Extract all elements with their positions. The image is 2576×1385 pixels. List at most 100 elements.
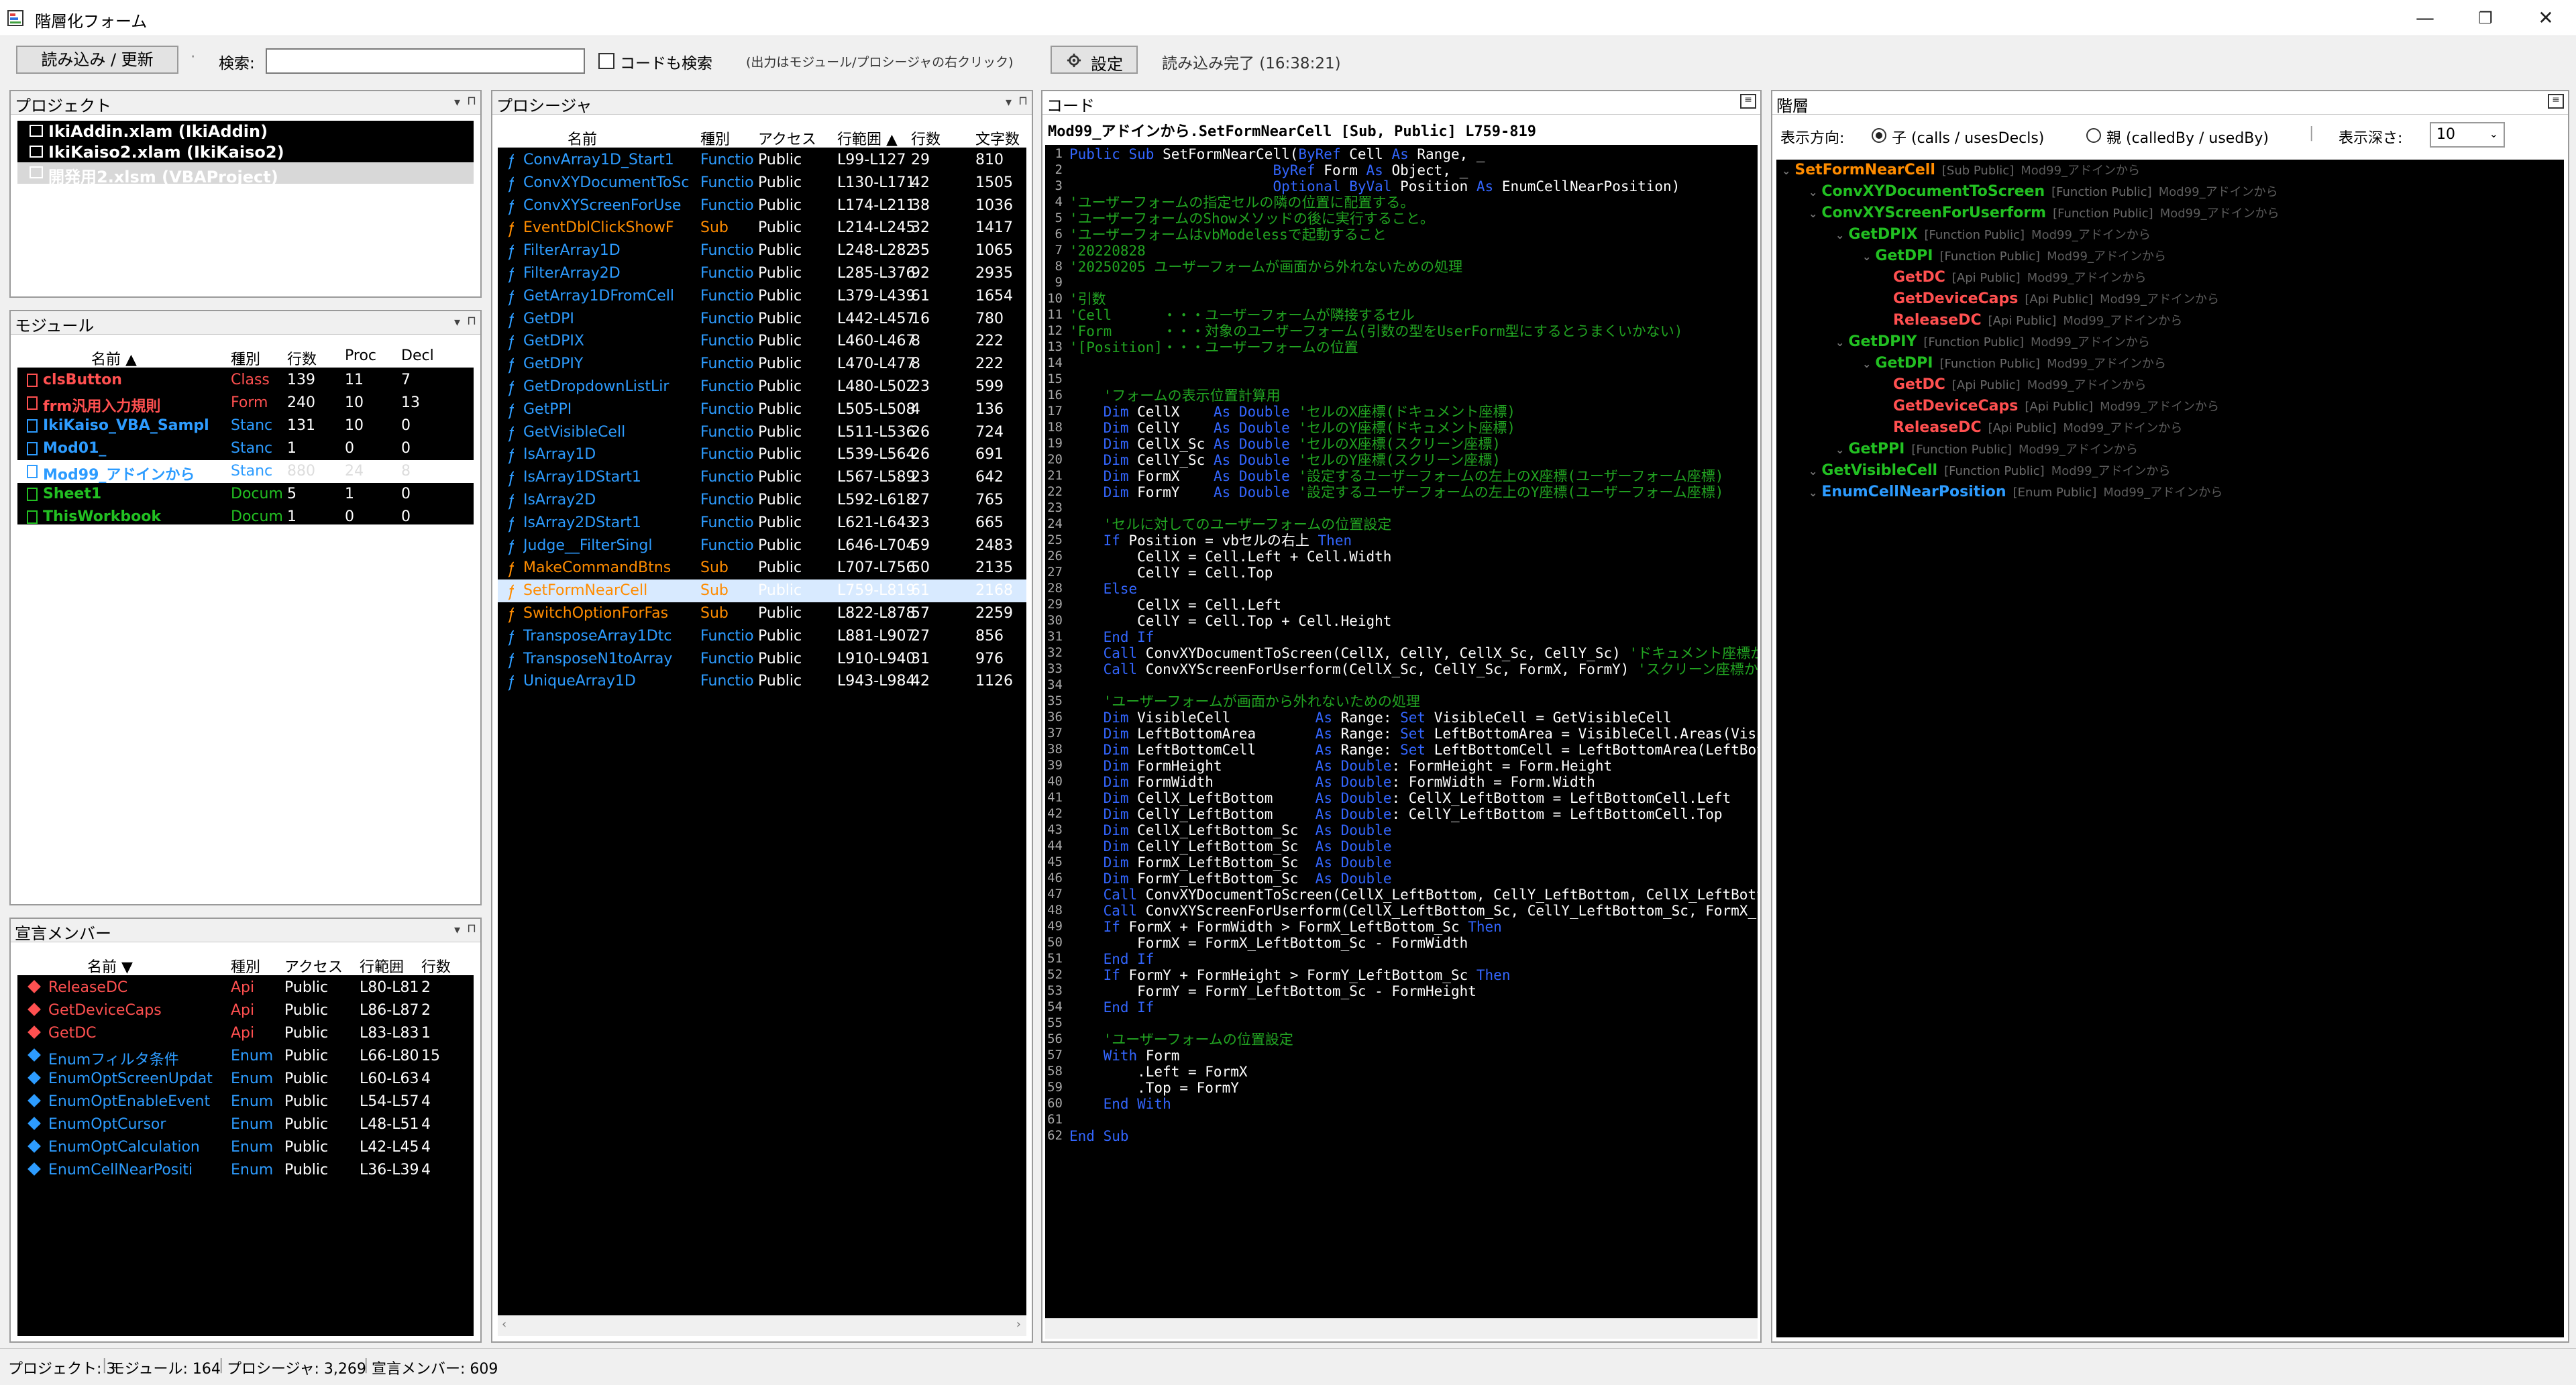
procedure-row[interactable]: ƒ MakeCommandBtns Sub Public L707-L756 50 2135 bbox=[498, 557, 1026, 579]
expand-icon[interactable]: ⌄ bbox=[1862, 250, 1871, 263]
chevron-down-icon[interactable]: ▾ bbox=[454, 315, 460, 329]
column-header-proc[interactable]: Proc bbox=[345, 347, 376, 364]
expand-icon[interactable]: ⌄ bbox=[1809, 186, 1817, 199]
procedure-row[interactable]: ƒ GetArray1DFromCell FunctionPublic L379-L4… bbox=[498, 285, 1026, 308]
column-header-range[interactable]: 行範囲 ▲ bbox=[837, 127, 898, 149]
menu-icon[interactable]: ≡ bbox=[1740, 94, 1756, 109]
hierarchy-node[interactable]: ReleaseDC [Api Public] Mod99_アドインから bbox=[1889, 311, 2182, 329]
expand-icon[interactable]: ⌄ bbox=[1809, 207, 1817, 220]
procedure-row[interactable]: ƒ SwitchOptionForFas Sub Public L822-L878 57 2… bbox=[498, 602, 1026, 625]
project-item[interactable]: IkiKaiso2.xlam (IkiKaiso2) bbox=[17, 142, 474, 163]
hierarchy-node[interactable]: GetDC [Api Public] Mod99_アドインから bbox=[1889, 376, 2147, 393]
expand-icon[interactable]: ⌄ bbox=[1835, 336, 1844, 349]
module-row[interactable]: Sheet1 Docum 5 1 0 bbox=[17, 483, 474, 506]
restore-button[interactable]: ❐ bbox=[2455, 0, 2516, 36]
pin-icon[interactable]: ⊓ bbox=[1018, 94, 1028, 108]
procedure-row[interactable]: ƒ GetDPIX FunctionPublic L460-L4678 222 bbox=[498, 330, 1026, 353]
pin-icon[interactable]: ⊓ bbox=[467, 922, 476, 936]
procedure-row[interactable]: ƒ GetDPIY FunctionPublic L470-L4778 222 bbox=[498, 353, 1026, 376]
depth-select[interactable]: 10 ⌄ bbox=[2430, 122, 2505, 148]
column-header-name[interactable]: 名前 ▲ bbox=[91, 347, 137, 369]
settings-button[interactable]: 設定 bbox=[1051, 46, 1138, 74]
procedure-row[interactable]: ƒ Judge__FilterSingl FunctionPublic L646-L7… bbox=[498, 535, 1026, 557]
procedure-row-selected[interactable]: ƒ SetFormNearCell Sub Public L759-L819 61 2168 bbox=[498, 579, 1026, 603]
member-row[interactable]: EnumOptCursor Enum Public L48-L51 4 bbox=[17, 1113, 474, 1136]
procedure-row[interactable]: ƒ ConvXYScreenForUse FunctionPublic L174-L2… bbox=[498, 195, 1026, 217]
member-row[interactable]: EnumOptCalculation Enum Public L42-L45 4 bbox=[17, 1136, 474, 1159]
procedure-row[interactable]: ƒ GetDropdownListLir FunctionPublic L480-L5… bbox=[498, 376, 1026, 398]
module-list[interactable]: 名前 ▲ 種別 行数 Proc Decl clsButton Class 139 11… bbox=[17, 343, 474, 524]
search-input[interactable] bbox=[266, 48, 585, 74]
procedure-row[interactable]: ƒ UniqueArray1D FunctionPublic L943-L98442 1… bbox=[498, 670, 1026, 693]
member-row[interactable]: EnumCellNearPositi Enum Public L36-L39 4 bbox=[17, 1159, 474, 1182]
scroll-left-icon[interactable]: ‹ bbox=[502, 1317, 506, 1331]
minimize-button[interactable]: — bbox=[2395, 0, 2455, 36]
module-row[interactable]: IkiKaiso_VBA_Sampl Stanc 131 10 0 bbox=[17, 414, 474, 437]
column-header-decl[interactable]: Decl bbox=[401, 347, 434, 364]
member-row[interactable]: EnumOptScreenUpdat Enum Public L60-L63 4 bbox=[17, 1068, 474, 1091]
hierarchy-tree[interactable]: ⌄ SetFormNearCell [Sub Public] Mod99_アドインから… bbox=[1776, 160, 2564, 1337]
hierarchy-node[interactable]: ⌄ EnumCellNearPosition [Enum Public] Mod99_… bbox=[1809, 483, 2222, 500]
column-header-chars[interactable]: 文字数 bbox=[975, 127, 1020, 149]
project-item-selected[interactable]: 開発用2.xlsm (VBAProject) bbox=[17, 162, 474, 184]
horizontal-scrollbar[interactable]: ‹ › bbox=[498, 1315, 1026, 1336]
column-header-kind[interactable]: 種別 bbox=[231, 347, 260, 369]
reload-button[interactable]: 読み込み / 更新 bbox=[16, 46, 178, 74]
procedure-row[interactable]: ƒ TransposeN1toArray FunctionPublic L910-L9… bbox=[498, 648, 1026, 671]
expand-icon[interactable]: ⌄ bbox=[1809, 465, 1817, 478]
member-row[interactable]: EnumOptEnableEvent Enum Public L54-L57 4 bbox=[17, 1091, 474, 1113]
parents-radio[interactable] bbox=[2086, 128, 2101, 143]
column-header-name[interactable]: 名前 ▼ bbox=[87, 955, 133, 977]
procedure-row[interactable]: ƒ TransposeArray1Dtc FunctionPublic L881-L9… bbox=[498, 625, 1026, 648]
pin-icon[interactable]: ⊓ bbox=[467, 94, 476, 108]
hierarchy-node[interactable]: ⌄ GetDPI [Function Public] Mod99_アドインから bbox=[1862, 247, 2166, 264]
code-editor[interactable]: 1 Public Sub SetFormNearCell(ByRef Cell A… bbox=[1045, 145, 1758, 1339]
chevron-down-icon[interactable]: ▾ bbox=[454, 923, 460, 937]
hierarchy-node[interactable]: ⌄ GetVisibleCell [Function Public] Mod99_アド… bbox=[1809, 461, 2171, 479]
procedure-row[interactable]: ƒ IsArray1D FunctionPublic L539-L56426 691 bbox=[498, 443, 1026, 466]
close-button[interactable]: ✕ bbox=[2516, 0, 2576, 36]
procedure-row[interactable]: ƒ IsArray2DStart1 FunctionPublic L621-L6432… bbox=[498, 512, 1026, 535]
procedure-row[interactable]: ƒ EventDblClickShowF Sub Public L214-L245 32 1… bbox=[498, 217, 1026, 239]
pin-icon[interactable]: ⊓ bbox=[467, 314, 476, 328]
expand-icon[interactable]: ⌄ bbox=[1835, 443, 1844, 456]
scroll-right-icon[interactable]: › bbox=[1016, 1317, 1021, 1331]
members-list[interactable]: 名前 ▼ 種別 アクセス 行範囲 行数 ReleaseDC Api Public L8… bbox=[17, 951, 474, 1336]
procedure-row[interactable]: ƒ IsArray1DStart1 FunctionPublic L567-L5892… bbox=[498, 466, 1026, 489]
hierarchy-node[interactable]: ⌄ GetPPI [Function Public] Mod99_アドインから bbox=[1835, 440, 2138, 457]
procedure-row[interactable]: ƒ GetVisibleCell FunctionPublic L511-L53626… bbox=[498, 421, 1026, 444]
procedure-list[interactable]: 名前 種別 アクセス 行範囲 ▲ 行数 文字数 ‹ › ƒ ConvArray1D… bbox=[498, 123, 1026, 1336]
hierarchy-node[interactable]: ⌄ ConvXYScreenForUserform [Function Public… bbox=[1809, 204, 2279, 221]
module-row[interactable]: ThisWorkbook Docum 1 0 0 bbox=[17, 506, 474, 524]
hierarchy-node[interactable]: GetDC [Api Public] Mod99_アドインから bbox=[1889, 268, 2147, 286]
hierarchy-node[interactable]: GetDeviceCaps [Api Public] Mod99_アドインから bbox=[1889, 397, 2219, 414]
expand-icon[interactable]: ⌄ bbox=[1809, 486, 1817, 499]
column-header-kind[interactable]: 種別 bbox=[700, 127, 730, 149]
column-header-lines[interactable]: 行数 bbox=[911, 127, 941, 149]
procedure-row[interactable]: ƒ ConvXYDocumentToSc FunctionPublic L130-L1… bbox=[498, 172, 1026, 195]
project-item[interactable]: IkiAddin.xlam (IkiAddin) bbox=[17, 121, 474, 142]
column-header-access[interactable]: アクセス bbox=[758, 127, 816, 149]
hierarchy-node[interactable]: ⌄ GetDPI [Function Public] Mod99_アドインから bbox=[1862, 354, 2166, 372]
expand-icon[interactable]: ⌄ bbox=[1862, 357, 1871, 370]
module-row-selected[interactable]: Mod99_アドインから Stanc 880 24 8 bbox=[17, 460, 474, 483]
children-radio[interactable] bbox=[1872, 128, 1886, 143]
hierarchy-node[interactable]: ⌄ ConvXYDocumentToScreen [Function Public]… bbox=[1809, 182, 2278, 200]
hierarchy-node[interactable]: ⌄ GetDPIX [Function Public] Mod99_アドインから bbox=[1835, 225, 2151, 243]
column-header-name[interactable]: 名前 bbox=[568, 127, 597, 149]
procedure-row[interactable]: ƒ FilterArray1D FunctionPublic L248-L28235 1… bbox=[498, 239, 1026, 262]
member-row[interactable]: Enumフィルタ条件 Enum Public L66-L80 15 bbox=[17, 1045, 474, 1068]
column-header-lines[interactable]: 行数 bbox=[421, 955, 451, 977]
menu-icon[interactable]: ≡ bbox=[2548, 94, 2564, 109]
chevron-down-icon[interactable]: ▾ bbox=[1006, 95, 1012, 109]
member-row[interactable]: GetDC Api Public L83-L83 1 bbox=[17, 1022, 474, 1045]
procedure-row[interactable]: ƒ GetPPI FunctionPublic L505-L5084 136 bbox=[498, 398, 1026, 421]
column-header-range[interactable]: 行範囲 bbox=[360, 955, 404, 977]
column-header-lines[interactable]: 行数 bbox=[287, 347, 317, 369]
expand-icon[interactable]: ⌄ bbox=[1782, 164, 1790, 177]
expand-icon[interactable]: ⌄ bbox=[1835, 229, 1844, 241]
hierarchy-node[interactable]: ReleaseDC [Api Public] Mod99_アドインから bbox=[1889, 419, 2182, 436]
chevron-down-icon[interactable]: ▾ bbox=[454, 95, 460, 109]
search-code-checkbox[interactable] bbox=[598, 53, 614, 69]
module-row[interactable]: frm汎用入力規則 Form 240 10 13 bbox=[17, 392, 474, 414]
